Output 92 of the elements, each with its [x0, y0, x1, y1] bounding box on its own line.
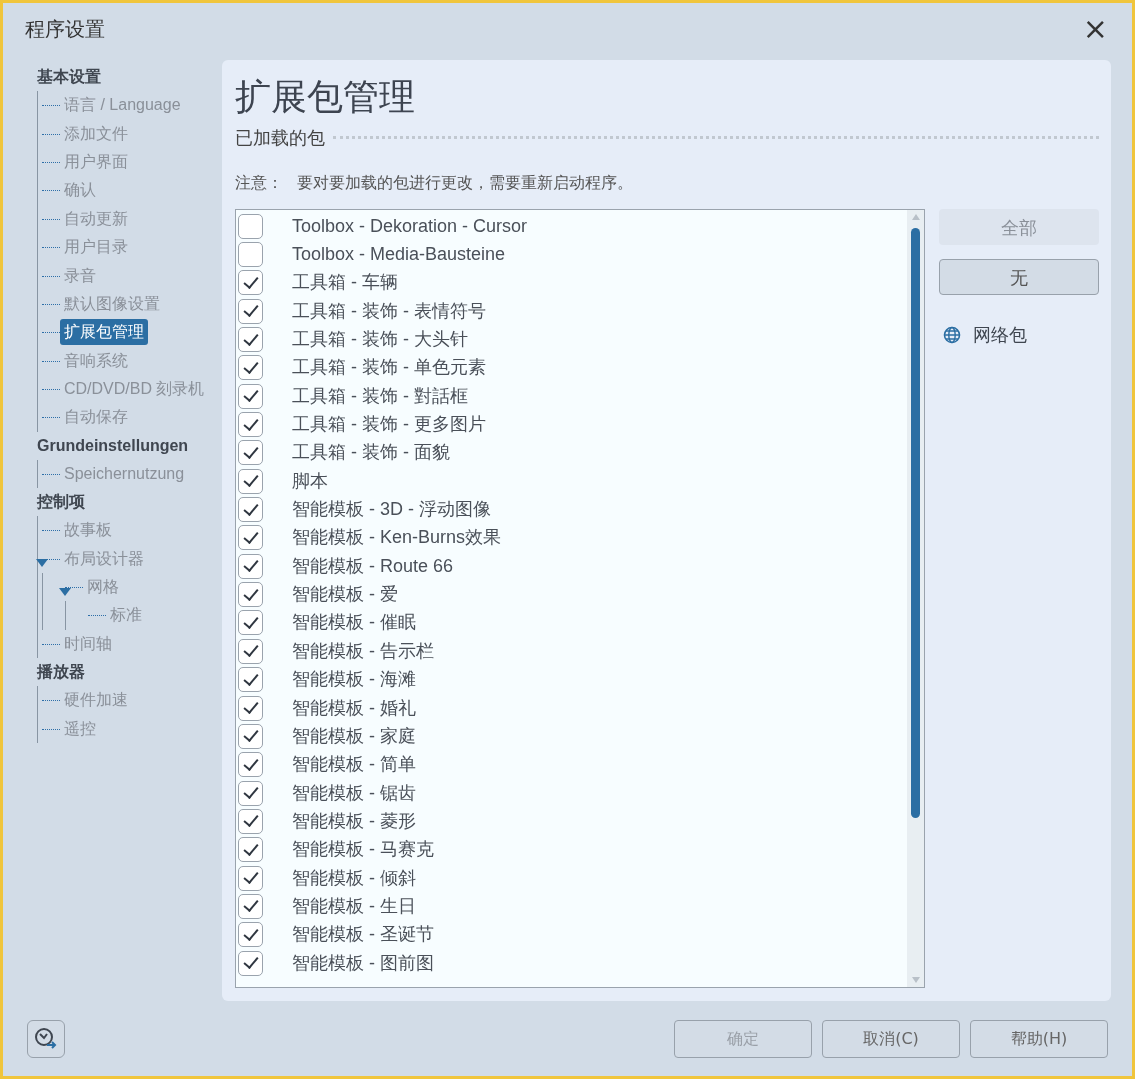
- select-none-button[interactable]: 无: [939, 259, 1099, 295]
- sidebar-item[interactable]: 网格: [83, 574, 123, 601]
- sidebar-item[interactable]: 用户目录: [60, 234, 132, 261]
- package-name: 工具箱 - 装饰 - 對話框: [292, 384, 468, 408]
- sidebar-group-heading: 控制项: [37, 492, 85, 513]
- package-name: 智能模板 - 婚礼: [292, 696, 416, 720]
- checkbox[interactable]: [238, 667, 263, 693]
- checkbox[interactable]: [238, 327, 263, 353]
- checkbox[interactable]: [238, 298, 263, 324]
- checkbox[interactable]: [238, 638, 263, 664]
- page-title: 扩展包管理: [235, 75, 416, 119]
- package-name: 智能模板 - 生日: [292, 894, 416, 918]
- sidebar-item[interactable]: 用户界面: [60, 148, 132, 175]
- globe-icon: [943, 325, 961, 344]
- package-name: 工具箱 - 装饰 - 表情符号: [292, 299, 486, 323]
- cancel-button[interactable]: 取消(C): [822, 1019, 960, 1058]
- checkbox[interactable]: [238, 950, 263, 976]
- window-title: 程序设置: [25, 16, 105, 43]
- sidebar-group-heading: Grundeinstellungen: [37, 435, 189, 456]
- sidebar-item[interactable]: 自动保存: [60, 404, 132, 431]
- sidebar-group-heading: 基本设置: [37, 67, 101, 87]
- package-name: 智能模板 - 催眠: [292, 611, 416, 635]
- sidebar-item[interactable]: 自动更新: [60, 205, 132, 232]
- package-name: 智能模板 - Ken-Burns效果: [292, 526, 502, 550]
- package-name: 智能模板 - 倾斜: [292, 866, 416, 890]
- package-name: 智能模板 - 海滩: [292, 668, 416, 692]
- package-name: 智能模板 - 3D - 浮动图像: [292, 498, 491, 522]
- checkbox[interactable]: [238, 837, 263, 863]
- sidebar-item[interactable]: 确认: [60, 177, 100, 204]
- checkbox[interactable]: [238, 582, 263, 608]
- sidebar-item[interactable]: 默认图像设置: [60, 290, 164, 317]
- checkbox[interactable]: [238, 440, 263, 466]
- checkbox[interactable]: [238, 723, 263, 749]
- package-name: Toolbox - Dekoration - Cursor: [292, 214, 528, 238]
- expanded-icon[interactable]: [59, 587, 71, 596]
- checkbox[interactable]: [238, 355, 263, 381]
- expanded-icon[interactable]: [36, 559, 48, 568]
- section-heading: 已加载的包: [235, 126, 325, 150]
- package-name: 智能模板 - 简单: [292, 753, 416, 777]
- package-name: 智能模板 - 爱: [292, 583, 398, 607]
- checkbox[interactable]: [238, 468, 263, 494]
- package-name: 工具箱 - 装饰 - 更多图片: [292, 413, 486, 437]
- checkbox[interactable]: [238, 780, 263, 806]
- sidebar-item[interactable]: CD/DVD/BD 刻录机: [60, 376, 209, 403]
- checkbox[interactable]: [238, 610, 263, 636]
- sync-button[interactable]: [27, 1019, 65, 1058]
- sidebar-item[interactable]: 录音: [60, 262, 100, 289]
- checkbox[interactable]: [238, 865, 263, 891]
- package-name: 工具箱 - 车辆: [292, 271, 398, 295]
- checkbox[interactable]: [238, 497, 263, 523]
- package-name: 智能模板 - 锯齿: [292, 781, 416, 805]
- sidebar-item[interactable]: 时间轴: [60, 630, 116, 657]
- sidebar-item[interactable]: 硬件加速: [60, 687, 132, 714]
- package-name: 工具箱 - 装饰 - 单色元素: [292, 356, 486, 380]
- checkbox[interactable]: [238, 695, 263, 721]
- checkbox[interactable]: [238, 525, 263, 551]
- checkbox[interactable]: [238, 893, 263, 919]
- sidebar-item[interactable]: 布局设计器: [60, 545, 148, 572]
- package-name: 智能模板 - Route 66: [292, 554, 454, 578]
- note-label: 注意：: [235, 172, 283, 194]
- checkbox[interactable]: [238, 412, 263, 438]
- package-name: 智能模板 - 告示栏: [292, 639, 434, 663]
- package-name: Toolbox - Media-Bausteine: [292, 243, 506, 266]
- sidebar-item[interactable]: 语言 / Language: [60, 92, 185, 119]
- sidebar-item[interactable]: 标准: [106, 602, 146, 629]
- package-name: 智能模板 - 图前图: [292, 951, 434, 975]
- sidebar-item[interactable]: Speichernutzung: [60, 460, 189, 487]
- checkbox[interactable]: [238, 752, 263, 778]
- sidebar-group-heading: 播放器: [37, 662, 85, 683]
- checkbox[interactable]: [238, 553, 263, 579]
- package-name: 脚本: [292, 469, 328, 493]
- checkbox[interactable]: [238, 242, 263, 267]
- checkbox[interactable]: [238, 383, 263, 409]
- close-button[interactable]: ×: [1078, 14, 1112, 44]
- sidebar-item[interactable]: 添加文件: [60, 120, 132, 147]
- web-packages-link[interactable]: 网络包: [943, 321, 1027, 348]
- package-name: 智能模板 - 家庭: [292, 724, 416, 748]
- sidebar-item[interactable]: 扩展包管理: [60, 319, 148, 346]
- package-name: 智能模板 - 菱形: [292, 809, 416, 833]
- sidebar-item[interactable]: 遥控: [60, 715, 100, 742]
- package-name: 工具箱 - 装饰 - 面貌: [292, 441, 450, 465]
- checkbox[interactable]: [238, 213, 263, 239]
- help-button[interactable]: 帮助(H): [970, 1019, 1108, 1058]
- note-text: 要对要加载的包进行更改，需要重新启动程序。: [297, 172, 633, 194]
- package-name: 智能模板 - 马赛克: [292, 838, 434, 862]
- checkbox[interactable]: [238, 270, 263, 296]
- package-name: 智能模板 - 圣诞节: [292, 923, 434, 947]
- checkbox[interactable]: [238, 808, 263, 834]
- sidebar-item[interactable]: 音响系统: [60, 347, 132, 374]
- package-name: 工具箱 - 装饰 - 大头针: [292, 328, 468, 352]
- checkbox[interactable]: [238, 922, 263, 948]
- sidebar-item[interactable]: 故事板: [60, 517, 116, 544]
